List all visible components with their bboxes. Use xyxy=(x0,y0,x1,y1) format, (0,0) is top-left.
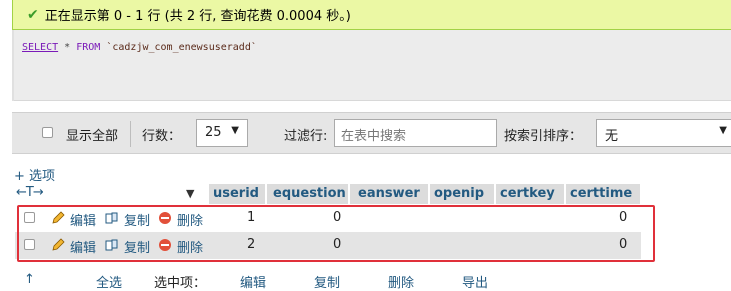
delete-icon[interactable] xyxy=(158,211,172,225)
show-all-label[interactable]: 显示全部 xyxy=(66,125,118,144)
table-navigation-bar: 显示全部 行数： 25 ▼ 过滤行: 在表中搜索 按索引排序： 无 ▼ xyxy=(12,112,731,154)
sql-query-box: SELECT * FROM `cadzjw_com_enewsuseradd` xyxy=(12,30,731,101)
sql-keyword-from: FROM xyxy=(76,42,101,53)
caret-down-icon: ▼ xyxy=(231,125,239,136)
bulk-export-link[interactable]: 导出 xyxy=(462,272,488,291)
cell-userid[interactable]: 1 xyxy=(247,210,255,225)
cell-certtime[interactable]: 0 xyxy=(619,210,627,225)
filter-rows-input[interactable]: 在表中搜索 xyxy=(334,119,497,147)
column-header-equestion[interactable]: equestion xyxy=(267,184,348,204)
sql-query: SELECT * FROM `cadzjw_com_enewsuseradd` xyxy=(22,42,257,53)
delete-link[interactable]: 删除 xyxy=(177,210,203,229)
edit-link[interactable]: 编辑 xyxy=(70,210,96,229)
row-checkbox[interactable] xyxy=(24,239,35,250)
table-row: 编辑 复制 删除 1 0 0 xyxy=(15,205,641,232)
column-header-certkey[interactable]: certkey xyxy=(496,184,564,204)
pencil-icon[interactable] xyxy=(51,211,65,225)
rows-label: 行数： xyxy=(142,129,182,144)
pencil-icon[interactable] xyxy=(51,238,65,252)
select-all-arrow-icon: ↑ xyxy=(24,272,35,287)
edit-link[interactable]: 编辑 xyxy=(70,237,96,256)
sql-star: * xyxy=(64,42,71,53)
bulk-delete-link[interactable]: 删除 xyxy=(388,272,414,291)
sort-by-index-value: 无 xyxy=(605,129,619,144)
sort-by-index-select[interactable]: 无 ▼ xyxy=(596,119,731,147)
cell-equestion[interactable]: 0 xyxy=(333,210,341,225)
delete-link[interactable]: 删除 xyxy=(177,237,203,256)
check-all-link[interactable]: 全选 xyxy=(96,272,122,291)
column-header-eanswer[interactable]: eanswer xyxy=(350,184,428,204)
copy-icon[interactable] xyxy=(105,238,119,252)
caret-down-icon: ▼ xyxy=(719,125,727,136)
cell-certtime[interactable]: 0 xyxy=(619,237,627,252)
copy-link[interactable]: 复制 xyxy=(124,210,150,229)
column-header-userid[interactable]: userid xyxy=(209,184,265,204)
copy-link[interactable]: 复制 xyxy=(124,237,150,256)
success-message: ✔ 正在显示第 0 - 1 行 (共 2 行, 查询花费 0.0004 秒。) xyxy=(12,0,731,30)
rows-per-page-select[interactable]: 25 ▼ xyxy=(196,119,248,147)
rows-per-page-value: 25 xyxy=(205,125,222,140)
sort-triangle-icon[interactable]: ▼ xyxy=(186,187,194,200)
column-header-openip[interactable]: openip xyxy=(430,184,494,204)
bulk-edit-link[interactable]: 编辑 xyxy=(240,272,266,291)
check-icon: ✔ xyxy=(27,6,39,23)
cell-equestion[interactable]: 0 xyxy=(333,237,341,252)
sql-keyword-select[interactable]: SELECT xyxy=(22,42,58,53)
with-selected-label: 选中项： xyxy=(154,276,207,291)
delete-icon[interactable] xyxy=(158,238,172,252)
copy-icon[interactable] xyxy=(105,211,119,225)
sort-by-index-label: 按索引排序： xyxy=(504,129,583,144)
table-row: 编辑 复制 删除 2 0 0 xyxy=(15,232,641,259)
sql-table-name: `cadzjw_com_enewsuseradd` xyxy=(106,42,257,53)
bulk-copy-link[interactable]: 复制 xyxy=(314,272,340,291)
column-resize-arrows-icon[interactable]: ←T→ xyxy=(16,185,44,200)
success-text: 正在显示第 0 - 1 行 (共 2 行, 查询花费 0.0004 秒。) xyxy=(44,9,351,24)
filter-label: 过滤行: xyxy=(284,129,328,144)
cell-userid[interactable]: 2 xyxy=(247,237,255,252)
options-link[interactable]: + 选项 xyxy=(14,165,55,184)
column-header-certtime[interactable]: certtime xyxy=(566,184,640,204)
row-checkbox[interactable] xyxy=(24,212,35,223)
divider xyxy=(12,30,14,101)
show-all-checkbox[interactable] xyxy=(42,127,53,138)
divider xyxy=(130,121,131,147)
